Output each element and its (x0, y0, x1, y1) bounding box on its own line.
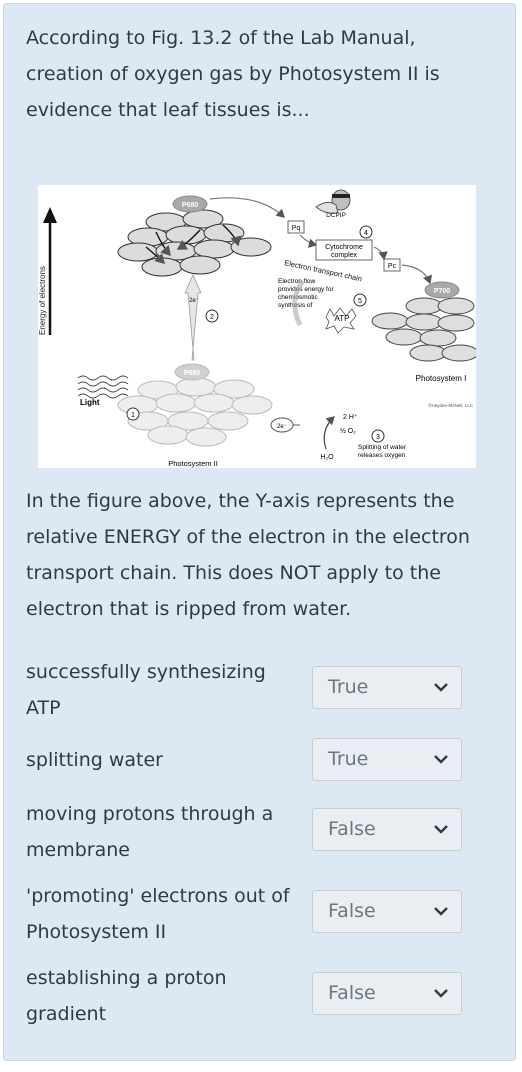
selected-value: True (328, 748, 369, 770)
selected-value: False (328, 900, 376, 922)
energy-axis-arrowhead (43, 207, 57, 223)
light-label: Light (80, 398, 100, 407)
step-3-label: 3 (376, 434, 380, 441)
pc-label: Pc (388, 263, 397, 270)
cytochrome-label-1: Cytochrome (325, 244, 363, 251)
answer-statement: establishing a proton gradient (26, 967, 227, 1025)
step-2-label: 2 (210, 314, 214, 321)
pq-label: Pq (292, 225, 301, 232)
oxygen-label: ½ O₂ (340, 427, 356, 435)
answer-statement: successfully synthesizing ATP (26, 661, 266, 719)
p680-bottom-label: P680 (184, 370, 200, 377)
energy-axis-label: Energy of electrons (38, 266, 47, 335)
chevron-down-icon (434, 825, 448, 834)
dcpip-label: DCPIP (326, 212, 346, 219)
chevron-down-icon (434, 755, 448, 764)
excitation-arrow (184, 274, 202, 361)
flow-label-2: provides energy for (278, 286, 334, 293)
water-label: H₂O (320, 454, 334, 461)
answer-statement: 'promoting' electrons out of Photosystem… (26, 885, 290, 943)
cytochrome-label-2: complex (331, 252, 358, 259)
step-5-label: 5 (358, 298, 362, 305)
step-4-label: 4 (364, 230, 368, 237)
atp-label: ATP (335, 314, 350, 323)
photosystem-i-discs (371, 297, 476, 362)
proton-label: 2 H⁺ (343, 414, 358, 421)
answer-select-1[interactable]: True (312, 666, 462, 709)
excitation-electrons: 2e⁻ (189, 298, 199, 304)
copyright-label: ©Hayden-McNeil, LLC (428, 402, 474, 408)
water-electrons: 2e⁻ (277, 424, 287, 430)
chevron-down-icon (434, 907, 448, 916)
selected-value: False (328, 818, 376, 840)
chevron-down-icon (434, 683, 448, 692)
chevron-down-icon (434, 989, 448, 998)
light-waves (77, 375, 129, 399)
p680-top-label: P680 (182, 202, 198, 209)
photosystem-ii-high-discs (117, 209, 272, 277)
answer-select-5[interactable]: False (312, 972, 462, 1015)
selected-value: False (328, 982, 376, 1004)
answer-select-4[interactable]: False (312, 890, 462, 933)
photosystem-i-label: Photosystem I (416, 374, 467, 383)
figure-note: In the figure above, the Y-axis represen… (26, 490, 470, 620)
photosystem-ii-label: Photosystem II (168, 459, 218, 468)
answer-select-3[interactable]: False (312, 808, 462, 851)
answer-statement: moving protons through a membrane (26, 803, 274, 861)
splitting-label-1: Splitting of water (358, 444, 407, 451)
answer-select-2[interactable]: True (312, 738, 462, 781)
photosystem-ii-low-discs (117, 377, 273, 447)
selected-value: True (328, 676, 369, 698)
splitting-label-2: releases oxygen (358, 452, 406, 459)
flow-label-1: Electron flow (278, 278, 316, 285)
photosynthesis-figure: Energy of electrons P680 Pq DCPIP 4 Cyto… (38, 185, 476, 468)
question-card: According to Fig. 13.2 of the Lab Manual… (3, 3, 516, 1061)
step-1-label: 1 (131, 412, 135, 419)
question-text: According to Fig. 13.2 of the Lab Manual… (26, 27, 440, 121)
p700-label: P700 (434, 288, 450, 295)
answer-statement: splitting water (26, 749, 163, 771)
